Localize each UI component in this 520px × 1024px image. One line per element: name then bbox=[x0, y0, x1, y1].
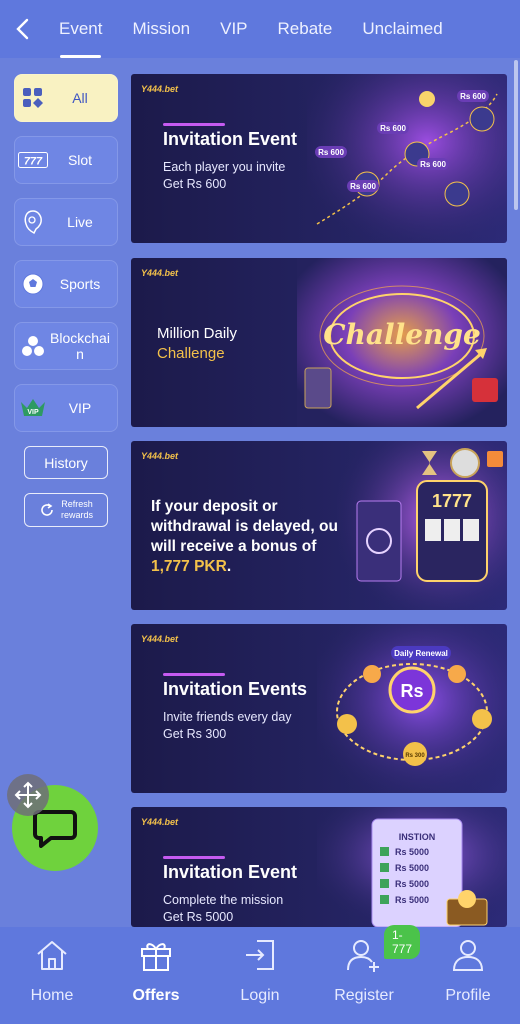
scrollbar[interactable] bbox=[514, 60, 518, 210]
tab-event[interactable]: Event bbox=[44, 0, 117, 58]
banner-delayed-deposit-bonus[interactable]: Y444.bet If your deposit or withdrawal i… bbox=[131, 441, 507, 610]
art-reward-label: Rs 600 bbox=[420, 160, 446, 169]
vip-badge-icon: VIP bbox=[18, 393, 48, 423]
soccer-ball-icon bbox=[18, 269, 48, 299]
challenge-art: Challenge bbox=[297, 258, 507, 427]
banner-title: Invitation Events bbox=[163, 673, 308, 699]
tab-unclaimed[interactable]: Unclaimed bbox=[347, 0, 457, 58]
brand-logo: Y444.bet bbox=[141, 817, 179, 827]
bottom-nav: Home Offers Login Register 1-777 Profile bbox=[0, 925, 520, 1024]
invitation-art: Rs 600 Rs 600 Rs 600 Rs 600 Rs 600 bbox=[307, 74, 507, 243]
category-label: All bbox=[72, 90, 88, 106]
category-label: Blockchai n bbox=[50, 330, 110, 362]
art-checklist-item: Rs 5000 bbox=[395, 895, 429, 905]
category-sports[interactable]: Sports bbox=[14, 260, 118, 308]
drag-handle[interactable] bbox=[7, 774, 49, 816]
back-button[interactable] bbox=[0, 0, 44, 58]
slot-machine-art: 1777 bbox=[337, 441, 507, 610]
tab-vip[interactable]: VIP bbox=[205, 0, 262, 58]
art-reward-label: Rs 600 bbox=[350, 182, 376, 191]
tab-mission[interactable]: Mission bbox=[117, 0, 205, 58]
banner-text: Million Daily Challenge bbox=[157, 325, 238, 362]
banner-title: Invitation Event bbox=[163, 123, 298, 149]
nav-label: Register bbox=[334, 987, 394, 1004]
art-number: 1777 bbox=[432, 491, 472, 511]
art-chip-label: Rs 300 bbox=[405, 753, 425, 759]
home-icon bbox=[35, 937, 69, 973]
refresh-rewards-button[interactable]: Refresh rewards bbox=[24, 493, 108, 527]
art-coin-label: Rs bbox=[400, 681, 423, 701]
category-label: VIP bbox=[68, 400, 92, 416]
nav-home[interactable]: Home bbox=[0, 927, 104, 1024]
tab-rebate[interactable]: Rebate bbox=[263, 0, 348, 58]
category-vip[interactable]: VIP VIP bbox=[14, 384, 118, 432]
banner-invitation-event[interactable]: Y444.bet Invitation Event Each player yo… bbox=[131, 74, 507, 243]
nav-profile[interactable]: Profile bbox=[416, 927, 520, 1024]
art-ribbon: Daily Renewal bbox=[394, 649, 448, 658]
banner-invitation-event-mission[interactable]: Y444.bet Invitation Event Complete the m… bbox=[131, 807, 507, 927]
nav-login[interactable]: Login bbox=[208, 927, 312, 1024]
brand-logo: Y444.bet bbox=[141, 634, 179, 644]
blockchain-icon bbox=[18, 331, 48, 361]
slot-777-icon: 777 bbox=[18, 145, 48, 175]
banner-subtitle: Each player you invite Get Rs 600 bbox=[163, 160, 286, 191]
art-checklist-item: Rs 5000 bbox=[395, 863, 429, 873]
brand-logo: Y444.bet bbox=[141, 268, 179, 278]
art-checklist-item: Rs 5000 bbox=[395, 847, 429, 857]
category-sidebar: All 777 Slot Live Sports Blockchai n VIP … bbox=[14, 74, 118, 527]
banner-subtitle: Invite friends every day Get Rs 300 bbox=[163, 710, 292, 741]
category-label: Slot bbox=[67, 152, 93, 168]
banner-subtitle: Complete the mission Get Rs 5000 bbox=[163, 893, 284, 924]
chat-bubble-icon bbox=[33, 810, 77, 848]
category-blockchain[interactable]: Blockchai n bbox=[14, 322, 118, 370]
refresh-rewards-label: Refresh rewards bbox=[60, 499, 93, 520]
nav-label: Home bbox=[30, 987, 74, 1004]
refresh-icon bbox=[41, 503, 53, 516]
svg-text:VIP: VIP bbox=[27, 409, 39, 416]
banner-title: Invitation Event bbox=[163, 856, 298, 882]
banner-invitation-events-daily[interactable]: Y444.bet Invitation Events Invite friend… bbox=[131, 624, 507, 793]
nav-label: Profile bbox=[445, 987, 491, 1004]
category-live[interactable]: Live bbox=[14, 198, 118, 246]
category-slot[interactable]: 777 Slot bbox=[14, 136, 118, 184]
art-reward-label: Rs 600 bbox=[460, 92, 486, 101]
history-button[interactable]: History bbox=[24, 446, 108, 479]
brand-logo: Y444.bet bbox=[141, 84, 179, 94]
art-reward-label: Rs 600 bbox=[318, 148, 344, 157]
brand-logo: Y444.bet bbox=[141, 451, 179, 461]
art-challenge-word: Challenge bbox=[323, 318, 481, 351]
nav-label: Login bbox=[240, 987, 280, 1004]
category-label: Live bbox=[67, 214, 93, 230]
art-reward-label: Rs 600 bbox=[380, 124, 406, 133]
banner-message: If your deposit or withdrawal is delayed… bbox=[151, 498, 338, 575]
art-checklist-item: Rs 5000 bbox=[395, 879, 429, 889]
add-user-icon bbox=[346, 937, 382, 973]
register-bonus-badge: 1-777 bbox=[384, 925, 421, 959]
nav-register[interactable]: Register 1-777 bbox=[312, 925, 421, 1024]
chevron-left-icon bbox=[16, 18, 29, 40]
svg-text:777: 777 bbox=[24, 156, 43, 168]
category-label: Sports bbox=[59, 276, 101, 292]
banner-million-daily-challenge[interactable]: Y444.bet Million Daily Challenge Challen… bbox=[131, 258, 507, 427]
nav-label: Offers bbox=[132, 987, 180, 1004]
move-arrows-icon bbox=[14, 781, 42, 809]
login-icon bbox=[243, 937, 277, 973]
grid-icon bbox=[18, 83, 48, 113]
nav-offers[interactable]: Offers bbox=[104, 927, 208, 1024]
top-tab-bar: Event Mission VIP Rebate Unclaimed bbox=[0, 0, 520, 58]
daily-renewal-art: Daily Renewal Rs Rs 300 bbox=[317, 624, 507, 793]
mission-checklist-art: INSTION Rs 5000 Rs 5000 Rs 5000 Rs 5000 bbox=[317, 807, 507, 927]
category-all[interactable]: All bbox=[14, 74, 118, 122]
art-checklist-heading: INSTION bbox=[399, 832, 436, 842]
live-dealer-icon bbox=[18, 207, 48, 237]
gift-icon bbox=[139, 937, 173, 973]
user-icon bbox=[451, 937, 485, 973]
